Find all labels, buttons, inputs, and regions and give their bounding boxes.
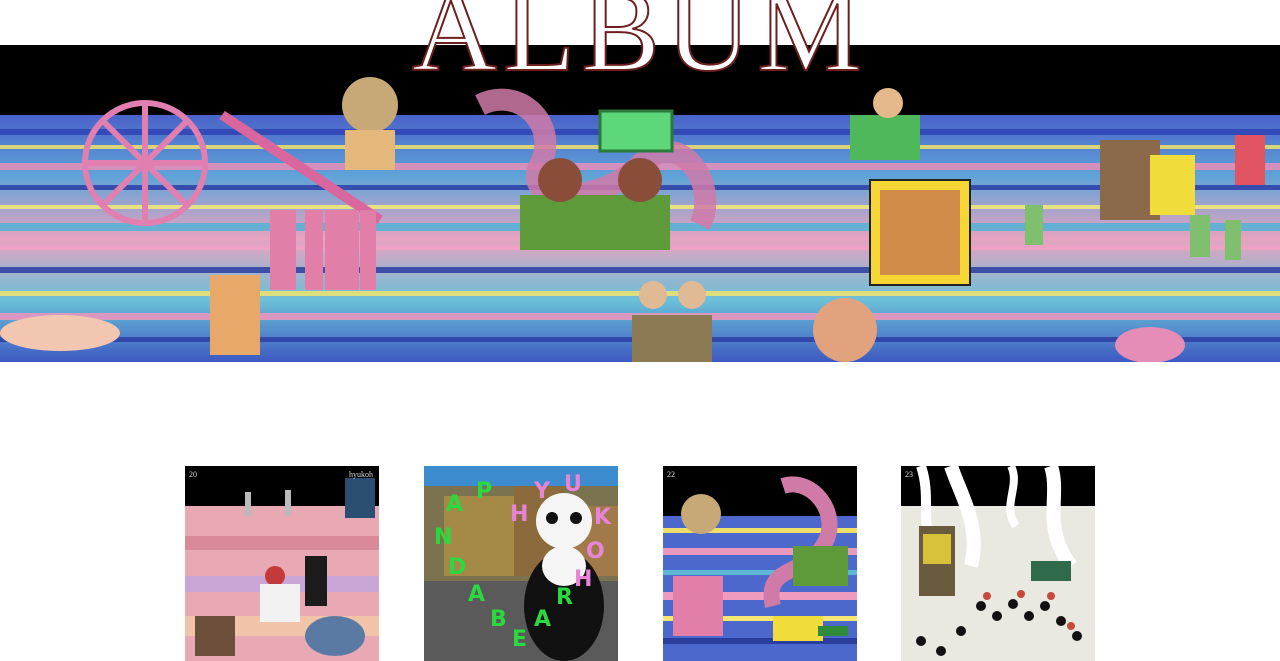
album-cover-letters: P A N D A B E A R H Y U K O H — [434, 472, 612, 652]
album-cover-snow-forest — [901, 466, 1095, 661]
cover-letter: P — [476, 479, 492, 504]
page-title: ALBUM — [411, 0, 869, 96]
cover-letter: B — [490, 607, 507, 632]
cover-letter: U — [564, 472, 582, 497]
album-number: 22 — [667, 470, 675, 479]
album-card-20[interactable]: 20 hyukoh — [185, 466, 379, 661]
album-cover-pink-desert — [185, 466, 379, 661]
album-card-23[interactable]: 23 — [901, 466, 1095, 661]
album-card-panda-bear[interactable]: P A N D A B E A R H Y U K O H — [424, 466, 618, 661]
album-cover-lake-detail — [663, 466, 857, 661]
cover-letter: D — [448, 555, 466, 580]
album-number: 23 — [905, 470, 913, 479]
album-number: 20 — [189, 470, 197, 479]
cover-letter: O — [586, 539, 605, 564]
cover-letter: A — [534, 607, 551, 632]
cover-letter: K — [594, 505, 612, 530]
cover-letter: A — [468, 582, 485, 607]
album-card-22[interactable]: 22 — [663, 466, 857, 661]
cover-letter: R — [556, 585, 573, 610]
cover-letter: H — [574, 567, 592, 592]
album-grid: 20 hyukoh P A N D A B E A R H Y U K O H … — [185, 466, 1095, 661]
cover-letter: E — [512, 627, 527, 652]
cover-letter: H — [510, 502, 528, 527]
album-artist: hyukoh — [349, 470, 373, 479]
cover-letter: A — [446, 492, 463, 517]
cover-letter: N — [434, 525, 452, 550]
cover-letter: Y — [533, 479, 551, 504]
